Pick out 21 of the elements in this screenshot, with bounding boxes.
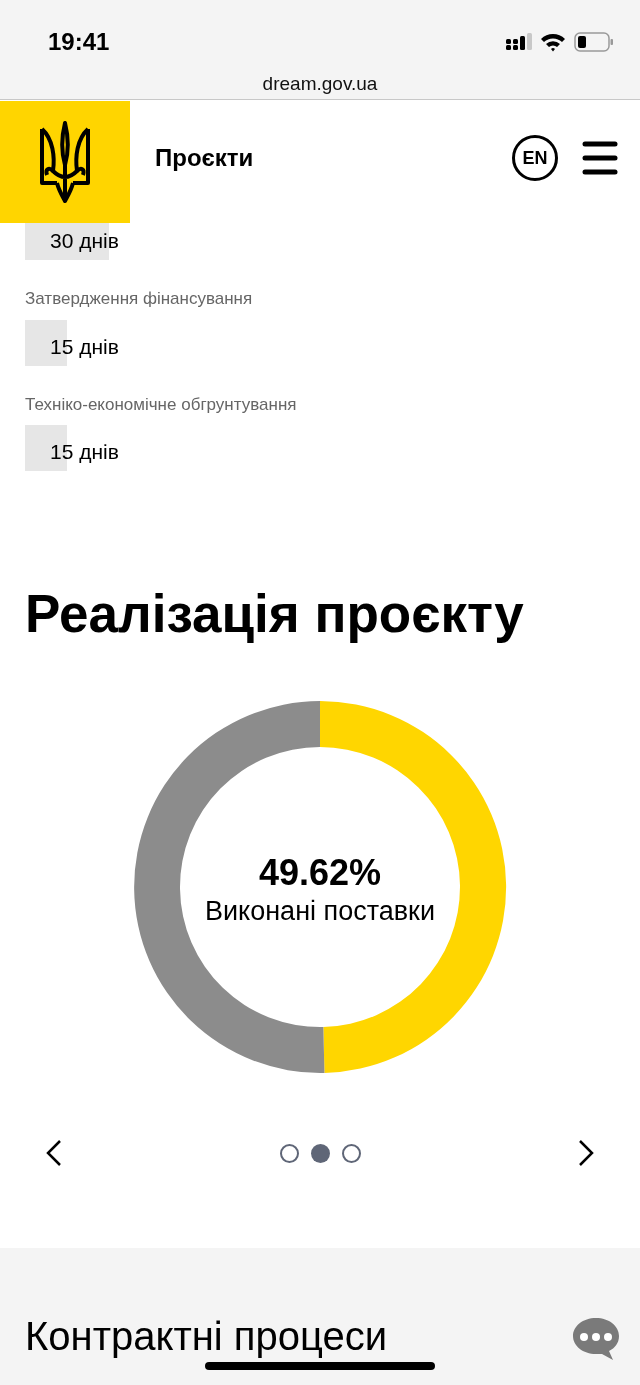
logo-tile[interactable] [0, 101, 130, 223]
trident-icon [39, 121, 91, 203]
status-time: 19:41 [48, 27, 110, 57]
page-title: Проєкти [155, 143, 254, 173]
percent-value: 49.62% [258, 850, 382, 895]
url-text[interactable]: dream.gov.ua [262, 73, 378, 94]
stage-label: Затвердження фінансування [25, 289, 253, 308]
chat-icon[interactable] [571, 1316, 621, 1362]
battery-icon [574, 32, 614, 52]
language-button[interactable]: EN [512, 135, 558, 181]
chevron-right-icon[interactable] [576, 1139, 596, 1167]
menu-icon[interactable] [582, 140, 618, 176]
donut-caption: Виконані поставки [205, 894, 435, 928]
chevron-left-icon[interactable] [44, 1139, 64, 1167]
duration-value: 15 днів [50, 439, 119, 465]
section-heading: Контрактні процеси [25, 1316, 387, 1356]
duration-value: 30 днів [50, 228, 119, 254]
wifi-icon [540, 32, 566, 52]
duration-value: 15 днів [50, 333, 119, 360]
signal-icon [506, 33, 532, 51]
stage-label: Техніко-економічне обгрунтування [25, 394, 297, 414]
